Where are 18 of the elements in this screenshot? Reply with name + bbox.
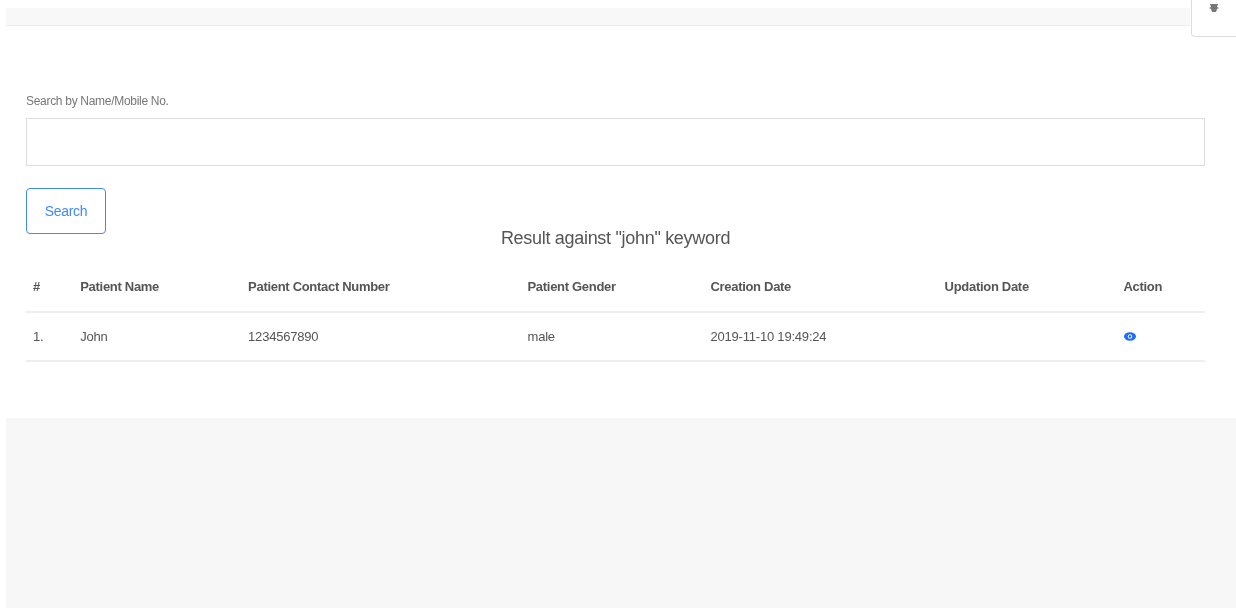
table-cell: John <box>80 329 108 344</box>
column-header: Creation Date <box>710 278 792 294</box>
settings-tab[interactable] <box>1191 0 1236 37</box>
field-label: Search by Name/Mobile No. <box>26 94 170 108</box>
column-header: Action <box>1123 278 1163 294</box>
table-cell: 1234567890 <box>248 329 319 344</box>
column-header: Patient Contact Number <box>248 278 390 294</box>
result-title: Result against "john" keyword <box>500 228 731 249</box>
table-cell: 1. <box>33 329 44 344</box>
column-header: Patient Gender <box>527 278 616 294</box>
search-field[interactable] <box>26 118 1205 166</box>
column-header: # <box>33 278 40 294</box>
search-button[interactable]: Search <box>26 188 106 234</box>
eye-icon[interactable] <box>1123 332 1136 341</box>
column-header: Patient Name <box>80 278 159 294</box>
table-cell: male <box>527 329 555 344</box>
column-header: Updation Date <box>944 278 1029 294</box>
table-cell: 2019-11-10 19:49:24 <box>710 329 827 344</box>
